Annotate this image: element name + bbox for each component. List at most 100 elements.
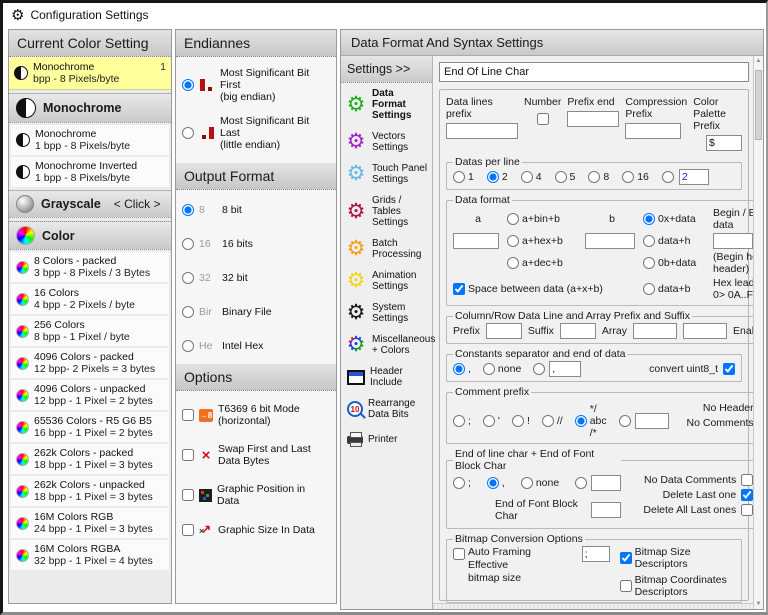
list-item-16m-colors-rgba[interactable]: 16M Colors RGBA 32 bpp - 1 Pixel = 4 byt…: [11, 540, 169, 570]
list-item-4096-colors-unpacked[interactable]: 4096 Colors - unpacked 12 bpp - 1 Pixel …: [11, 380, 169, 410]
dpl-radio-5[interactable]: [555, 171, 567, 183]
swap-bytes-checkbox[interactable]: [182, 449, 194, 461]
colrow-suffix-input[interactable]: [560, 323, 596, 339]
bitmap-size-descriptors-checkbox[interactable]: [620, 552, 632, 564]
bitmap-char-input[interactable]: [582, 546, 610, 562]
datas-per-line-custom-input[interactable]: [679, 169, 709, 185]
a-input[interactable]: [453, 233, 499, 249]
a-hex-b-option[interactable]: a+hex+b: [507, 235, 581, 247]
auto-framing-option[interactable]: Auto FramingEffective bitmap size: [453, 546, 532, 585]
datas-per-line-option[interactable]: 1: [453, 171, 474, 183]
comment-slashes-radio[interactable]: [542, 415, 554, 427]
group-header-color[interactable]: Color: [9, 221, 171, 250]
comment-quote-option[interactable]: ': [483, 415, 500, 427]
comment-semicolon-option[interactable]: ;: [453, 415, 471, 427]
vertical-scrollbar[interactable]: ▲ ▼: [753, 56, 763, 609]
group-header-grayscale[interactable]: Grayscale < Click >: [9, 190, 171, 218]
output-binary-file-radio[interactable]: [182, 306, 194, 318]
dpl-radio-custom[interactable]: [662, 171, 674, 183]
no-data-comments-checkbox[interactable]: [741, 474, 753, 486]
datas-per-line-option[interactable]: 5: [555, 171, 576, 183]
output-16bits-option[interactable]: 16 16 bits: [176, 238, 336, 250]
settings-sidebar-header[interactable]: Settings >>: [341, 56, 432, 83]
eol-custom-radio[interactable]: [575, 477, 587, 489]
sidebar-item-batch-processing[interactable]: Batch Processing: [341, 233, 432, 265]
output-8bit-radio[interactable]: [182, 204, 194, 216]
space-between-data-option[interactable]: Space between data (a+x+b): [453, 283, 639, 295]
compression-prefix-input[interactable]: [625, 123, 681, 139]
eol-none-option[interactable]: none: [521, 477, 559, 489]
eol-semicolon-option[interactable]: ;: [453, 477, 471, 489]
0x-data-option[interactable]: 0x+data: [643, 213, 709, 225]
sidebar-item-animation-settings[interactable]: Animation Settings: [341, 265, 432, 297]
endian-msb-last-radio[interactable]: [182, 127, 194, 139]
a-hex-b-radio[interactable]: [507, 235, 519, 247]
endian-msb-first-radio[interactable]: [182, 79, 194, 91]
number-checkbox[interactable]: [537, 113, 549, 125]
comment-custom-option[interactable]: [619, 415, 631, 427]
font-block-char-input[interactable]: [591, 502, 621, 518]
t6369-6bit-mode-checkbox[interactable]: [182, 409, 194, 421]
eol-custom-input[interactable]: [591, 475, 621, 491]
data-lines-prefix-input[interactable]: [446, 123, 518, 139]
output-8bit-option[interactable]: 8 8 bit: [176, 204, 336, 216]
output-binary-file-option[interactable]: Bir Binary File: [176, 306, 336, 318]
comment-slashes-option[interactable]: //: [542, 415, 563, 427]
delete-last-one-checkbox[interactable]: [741, 489, 753, 501]
data-h-option[interactable]: data+h: [643, 235, 709, 247]
datas-per-line-option[interactable]: 8: [588, 171, 609, 183]
selected-color-mode[interactable]: Monochrome bpp - 8 Pixels/byte 1: [9, 57, 171, 90]
dpl-radio-1[interactable]: [453, 171, 465, 183]
list-item-65536-colors[interactable]: 65536 Colors - R5 G6 B5 16 bpp - 1 Pixel…: [11, 412, 169, 442]
datas-per-line-option[interactable]: 2: [487, 171, 508, 183]
sidebar-item-touch-panel-settings[interactable]: Touch Panel Settings: [341, 158, 432, 190]
output-intel-hex-option[interactable]: He Intel Hex: [176, 340, 336, 352]
0x-data-radio[interactable]: [643, 213, 655, 225]
bitmap-size-descriptors-option[interactable]: Bitmap Size Descriptors: [620, 546, 735, 570]
scroll-up-arrow[interactable]: ▲: [754, 56, 763, 66]
auto-framing-checkbox[interactable]: [453, 548, 465, 560]
sidebar-item-miscellaneous-colors[interactable]: Miscellaneous + Colors: [341, 329, 432, 361]
a-dec-b-option[interactable]: a+dec+b: [507, 257, 581, 269]
constants-none-radio[interactable]: [483, 363, 495, 375]
0b-data-option[interactable]: 0b+data: [643, 257, 709, 269]
end-of-line-char-combo[interactable]: [439, 62, 749, 82]
constants-custom-option[interactable]: [533, 363, 545, 375]
list-item-4096-colors-packed[interactable]: 4096 Colors - packed 12 bpp- 2 Pixels = …: [11, 348, 169, 378]
graphic-size-option[interactable]: Graphic Size In Data: [176, 523, 336, 536]
list-item-262k-colors-unpacked[interactable]: 262k Colors - unpacked 18 bpp - 1 Pixel …: [11, 476, 169, 506]
sidebar-item-grids-tables-settings[interactable]: Grids / Tables Settings: [341, 190, 432, 233]
sidebar-item-header-include[interactable]: Header Include: [341, 361, 432, 393]
dpl-radio-8[interactable]: [588, 171, 600, 183]
b-input[interactable]: [585, 233, 635, 249]
begin-of-data-input[interactable]: [713, 233, 753, 249]
list-item-262k-colors-packed[interactable]: 262k Colors - packed 18 bpp - 1 Pixel = …: [11, 444, 169, 474]
a-dec-b-radio[interactable]: [507, 257, 519, 269]
list-item-monochrome-inverted[interactable]: Monochrome Inverted 1 bpp - 8 Pixels/byt…: [11, 157, 169, 187]
dpl-radio-4[interactable]: [521, 171, 533, 183]
datas-per-line-custom-option[interactable]: [662, 171, 674, 183]
sidebar-item-vectors-settings[interactable]: Vectors Settings: [341, 126, 432, 158]
comment-block-option[interactable]: */ abc /*: [575, 403, 607, 439]
0b-data-radio[interactable]: [643, 257, 655, 269]
endian-msb-last-option[interactable]: Most Significant Bit Last(little endian): [176, 115, 336, 151]
group-header-monochrome[interactable]: Monochrome: [9, 93, 171, 123]
color-palette-prefix-input[interactable]: [706, 135, 742, 151]
graphic-position-checkbox[interactable]: [182, 489, 194, 501]
comment-quote-radio[interactable]: [483, 415, 495, 427]
output-16bits-radio[interactable]: [182, 238, 194, 250]
output-32bit-radio[interactable]: [182, 272, 194, 284]
graphic-size-checkbox[interactable]: [182, 524, 194, 536]
graphic-position-option[interactable]: Graphic Position in Data: [176, 483, 336, 507]
comment-custom-input[interactable]: [635, 413, 669, 429]
output-32bit-option[interactable]: 32 32 bit: [176, 272, 336, 284]
bitmap-coordinates-descriptors-option[interactable]: Bitmap Coordinates Descriptors: [620, 574, 735, 598]
list-item-8-colors-packed[interactable]: 8 Colors - packed 3 bpp - 8 Pixels / 3 B…: [11, 252, 169, 282]
eol-custom-option[interactable]: [575, 477, 587, 489]
comment-block-radio[interactable]: [575, 415, 587, 427]
comment-bang-option[interactable]: !: [512, 415, 530, 427]
list-item-16m-colors-rgb[interactable]: 16M Colors RGB 24 bpp - 1 Pixel = 3 byte…: [11, 508, 169, 538]
eol-comma-option[interactable]: ,: [487, 477, 505, 489]
eol-semicolon-radio[interactable]: [453, 477, 465, 489]
constants-comma-option[interactable]: ,: [453, 363, 471, 375]
